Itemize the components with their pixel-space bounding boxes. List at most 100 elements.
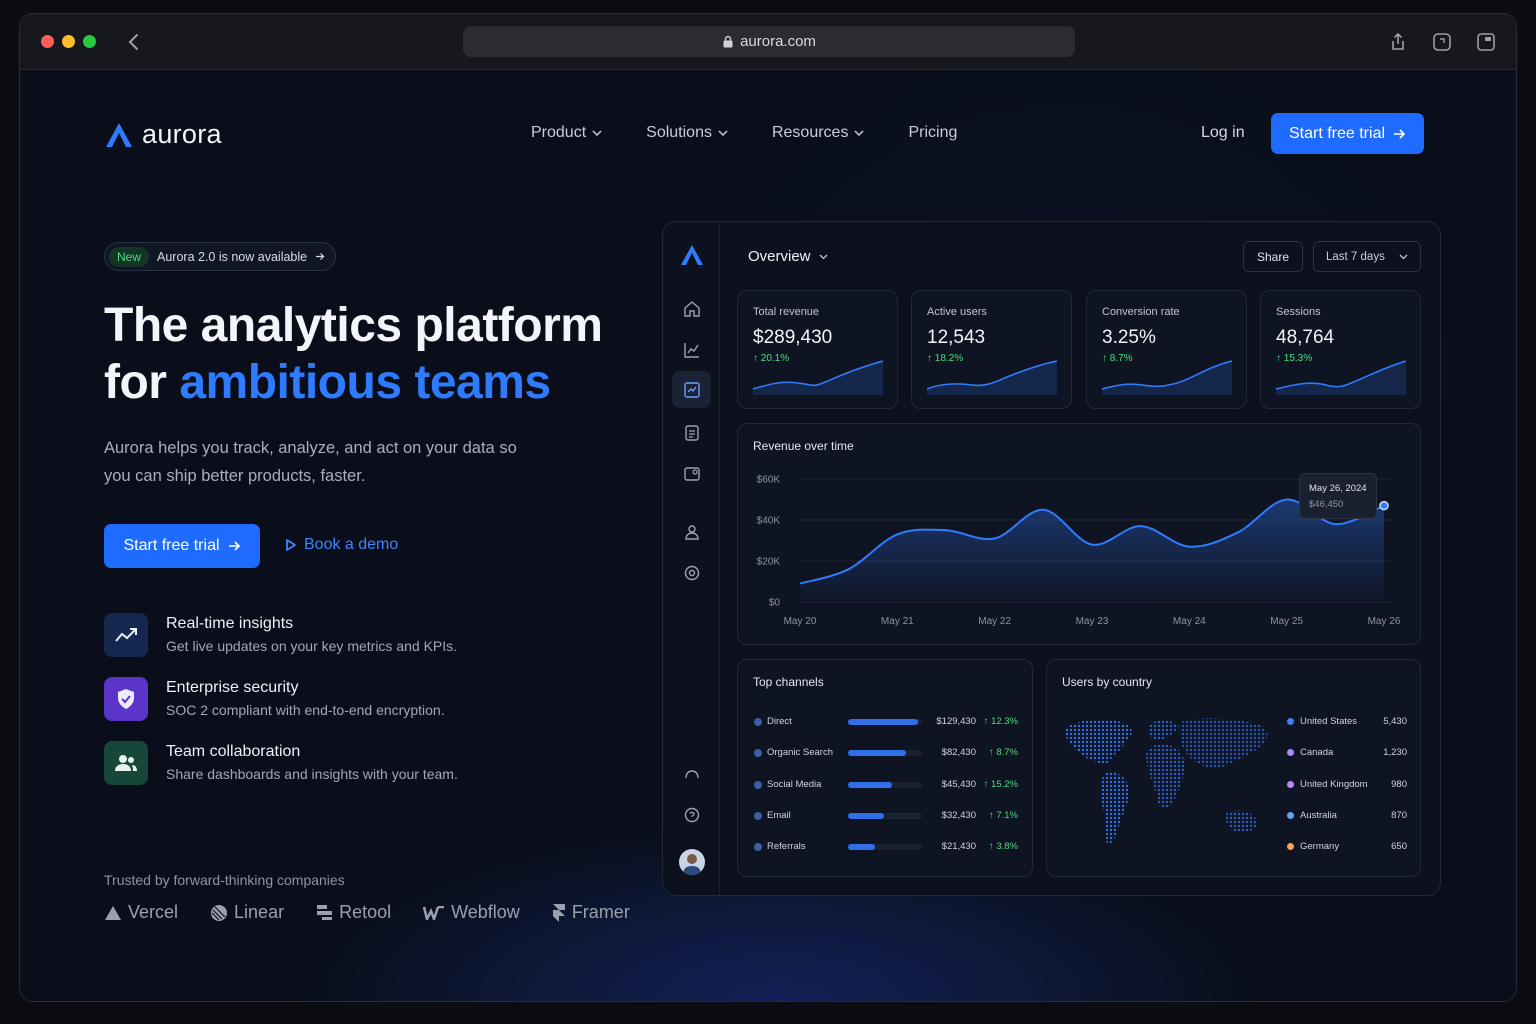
channel-row[interactable]: Social Media $45,430 ↑ 15.2% [753, 778, 1018, 792]
users-by-country-card: Users by country United States 5,430 Canad… [1046, 659, 1421, 877]
heading-line-1: The analytics platform [104, 299, 603, 352]
maximize-window-button[interactable] [83, 35, 96, 48]
revenue-area [800, 499, 1384, 602]
channel-name: Direct [767, 716, 792, 727]
country-dot-icon [1287, 749, 1294, 757]
channel-name: Organic Search [767, 747, 834, 759]
country-row[interactable]: Australia 870 [1287, 809, 1407, 823]
x-tick-label: May 24 [1173, 616, 1206, 627]
menu-resources-label: Resources [771, 124, 849, 141]
analytics-icon[interactable] [680, 338, 704, 362]
channel-name: Referrals [767, 841, 806, 853]
revenue-point[interactable] [1379, 500, 1389, 511]
kpi-card-sessions[interactable]: Sessions 48,764 ↑ 15.3% [1260, 290, 1421, 409]
url-text: aurora.com [740, 33, 816, 50]
menu-solutions[interactable]: Solutions [646, 124, 728, 142]
logo-vercel-text: Vercel [128, 902, 179, 922]
chart-tooltip: May 26, 2024 $46,450 [1299, 473, 1377, 519]
channel-change: ↑ 15.2% [983, 778, 1018, 790]
kpi-card-users[interactable]: Active users 12,543 ↑ 18.2% [911, 290, 1072, 409]
framer-logo-icon [552, 903, 565, 922]
channel-change: ↑ 12.3% [983, 716, 1018, 727]
x-tick-label: May 23 [1076, 616, 1109, 627]
avatar[interactable] [679, 849, 705, 875]
segments-icon[interactable] [680, 462, 704, 486]
revenue-chart[interactable]: $60K $40K $20K $0May 20 May 21 May 22 May 23 Ma… [738, 424, 1422, 646]
kpi-card-revenue[interactable]: Total revenue $289,430 ↑ 20.1% [737, 290, 898, 409]
menu-resources[interactable]: Resources [772, 124, 864, 142]
aurora-logo-icon[interactable] [680, 244, 704, 266]
back-icon[interactable] [123, 31, 145, 53]
chevron-down-icon [1399, 254, 1408, 259]
feature-title: Real-time insights [166, 615, 294, 632]
support-icon[interactable] [680, 763, 704, 787]
new-tag: New [109, 246, 150, 267]
x-tick-label: May 20 [784, 616, 817, 627]
chevron-down-icon [592, 130, 602, 136]
help-icon[interactable] [680, 803, 704, 827]
channel-change: ↑ 7.1% [988, 809, 1018, 821]
feature-collaboration: Team collaboration Share dashboards and i… [104, 741, 458, 785]
country-name: United States [1300, 716, 1358, 727]
webflow-logo-icon [423, 905, 445, 920]
view-selector[interactable]: Overview [748, 248, 828, 265]
announcement-badge[interactable]: New Aurora 2.0 is now available [104, 242, 337, 271]
minimize-window-button[interactable] [62, 35, 75, 48]
channel-bar-fill [848, 781, 892, 788]
logo-retool-text: Retool [339, 902, 392, 922]
close-window-button[interactable] [41, 35, 54, 48]
date-range-select[interactable]: Last 7 days [1313, 241, 1421, 272]
channel-value: $45,430 [941, 778, 976, 790]
country-row[interactable]: Canada 1,230 [1287, 746, 1407, 760]
arrow-right-icon [1394, 128, 1406, 139]
kpi-card-conversion[interactable]: Conversion rate 3.25% ↑ 8.7% [1086, 290, 1247, 409]
logo-linear: Linear [210, 902, 284, 923]
address-bar[interactable]: aurora.com [463, 26, 1075, 57]
country-name: United Kingdom [1300, 778, 1368, 790]
home-icon[interactable] [680, 297, 704, 321]
channel-row[interactable]: Email $32,430 ↑ 7.1% [753, 809, 1018, 823]
team-icon[interactable] [680, 520, 704, 544]
world-map[interactable] [1061, 716, 1273, 852]
reports-icon[interactable] [680, 421, 704, 445]
browser-titlebar: aurora.com [20, 14, 1516, 70]
settings-icon[interactable] [680, 561, 704, 585]
channel-value: $129,430 [936, 716, 976, 727]
channel-dot-icon [754, 718, 762, 726]
country-row[interactable]: Germany 650 [1287, 840, 1407, 854]
channel-dot-icon [754, 749, 762, 758]
country-value: 650 [1391, 841, 1407, 853]
country-value: 1,230 [1383, 747, 1407, 759]
kpi-sparkline [927, 360, 1057, 395]
channel-dot-icon [754, 811, 762, 820]
logo-retool: Retool [316, 902, 391, 923]
kpi-sparkline [1102, 360, 1232, 395]
share-button[interactable]: Share [1243, 241, 1303, 272]
customer-logos: Vercel Linear Retool Webflow Framer [104, 902, 630, 923]
country-row[interactable]: United States 5,430 [1287, 715, 1407, 729]
feature-realtime: Real-time insights Get live updates on yo… [104, 613, 457, 657]
tab-overview-icon[interactable] [1475, 31, 1497, 53]
country-row[interactable]: United Kingdom 980 [1287, 778, 1407, 792]
kpi-sparkline [753, 360, 883, 395]
country-dot-icon [1287, 843, 1294, 851]
new-tab-icon[interactable] [1431, 31, 1453, 53]
channel-row[interactable]: Referrals $21,430 ↑ 3.8% [753, 840, 1018, 854]
channel-row[interactable]: Direct $129,430 ↑ 12.3% [753, 715, 1018, 729]
share-icon[interactable] [1387, 31, 1409, 53]
menu-product[interactable]: Product [531, 124, 602, 142]
y-tick-label: $40K [757, 516, 781, 527]
kpi-value: 48,764 [1276, 327, 1335, 348]
brand-logo[interactable]: aurora [104, 119, 222, 150]
x-tick-label: May 21 [881, 616, 914, 627]
users-by-country-title: Users by country [1062, 675, 1153, 689]
channel-row[interactable]: Organic Search $82,430 ↑ 8.7% [753, 746, 1018, 760]
menu-pricing[interactable]: Pricing [908, 124, 957, 142]
dashboard-icon[interactable] [680, 378, 704, 402]
hero-start-trial-button[interactable]: Start free trial [104, 524, 260, 568]
nav-start-trial-button[interactable]: Start free trial [1271, 113, 1424, 154]
y-tick-label: $0 [769, 598, 781, 609]
channel-bar-fill [848, 844, 875, 851]
book-demo-link[interactable]: Book a demo [284, 536, 398, 554]
login-link[interactable]: Log in [1201, 124, 1245, 142]
